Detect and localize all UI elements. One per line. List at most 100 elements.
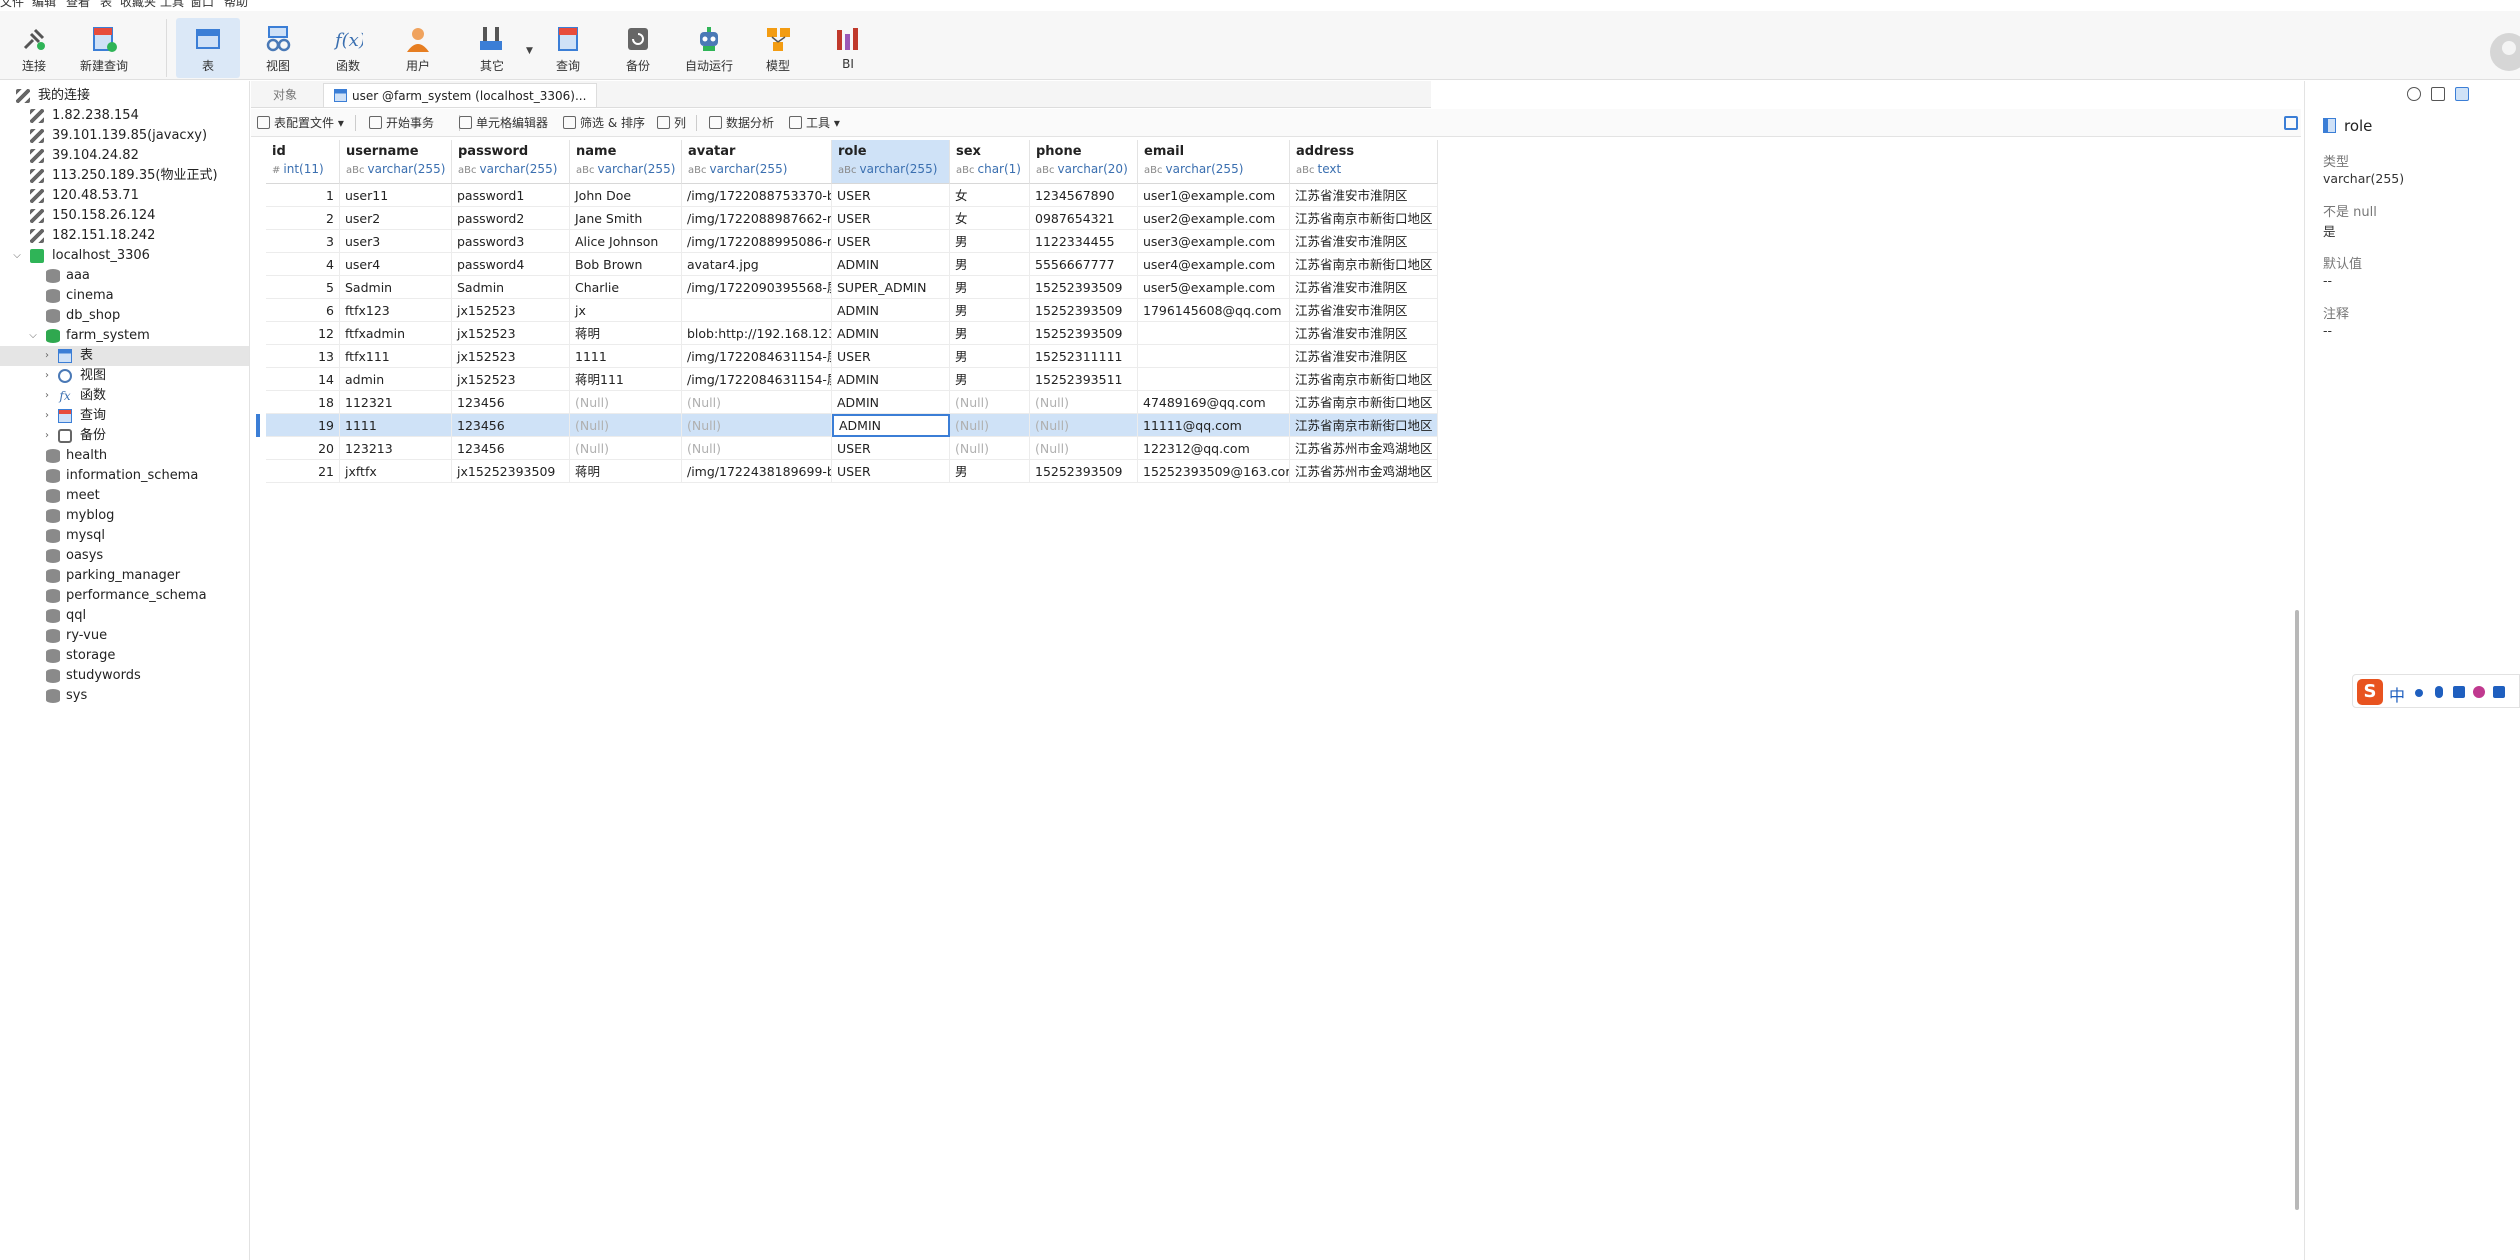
sidebar-database[interactable]: cinema: [0, 286, 249, 306]
row-marker[interactable]: [256, 299, 266, 322]
table-row[interactable]: 18 112321 123456 (Null) (Null) ADMIN (Null) (Nu…: [256, 391, 1438, 414]
chevron-right-icon[interactable]: ›: [42, 406, 52, 426]
keyboard-icon[interactable]: [2453, 686, 2465, 698]
cell-name[interactable]: (Null): [570, 391, 682, 414]
row-marker[interactable]: [256, 414, 260, 437]
cell-avatar[interactable]: blob:http://192.168.123.: [682, 322, 832, 345]
cell-name[interactable]: (Null): [570, 437, 682, 460]
cell-id[interactable]: 12: [266, 322, 340, 345]
menu-window[interactable]: 窗口: [190, 0, 214, 8]
layout-icon[interactable]: [2455, 87, 2469, 101]
menu-help[interactable]: 帮助: [224, 0, 248, 8]
cell-name[interactable]: John Doe: [570, 184, 682, 207]
cell-address[interactable]: 江苏省淮安市淮阴区: [1290, 322, 1438, 345]
ime-toolbar[interactable]: S 中: [2352, 674, 2520, 708]
table-row[interactable]: 1 user11 password1 John Doe/img/17220887533…: [256, 184, 1438, 207]
sidebar-database[interactable]: db_shop: [0, 306, 249, 326]
row-marker[interactable]: [256, 230, 266, 253]
sidebar-item-functions[interactable]: › fx 函数: [0, 386, 249, 406]
cell-username[interactable]: user2: [340, 207, 452, 230]
sidebar-item-tables[interactable]: › 表: [0, 346, 249, 366]
toolbar-table-button[interactable]: 表: [176, 18, 240, 78]
cell-id[interactable]: 2: [266, 207, 340, 230]
cell-name[interactable]: Charlie: [570, 276, 682, 299]
cell-phone[interactable]: 0987654321: [1030, 207, 1138, 230]
microphone-icon[interactable]: [2435, 686, 2443, 698]
menu-favorites[interactable]: 收藏夹: [120, 0, 156, 8]
cell-avatar[interactable]: /img/1722084631154-屏: [682, 368, 832, 391]
column-header-phone[interactable]: phone aBc varchar(20): [1030, 140, 1138, 184]
sidebar-database[interactable]: parking_manager: [0, 566, 249, 586]
cell-role[interactable]: USER: [832, 460, 950, 483]
cell-role[interactable]: ADMIN: [832, 253, 950, 276]
cell-email[interactable]: 1796145608@qq.com: [1138, 299, 1290, 322]
cell-email[interactable]: [1138, 368, 1290, 391]
cell-id[interactable]: 1: [266, 184, 340, 207]
sidebar-database[interactable]: oasys: [0, 546, 249, 566]
new-query-button[interactable]: 新建查询: [70, 18, 138, 78]
cell-sex[interactable]: 男: [950, 230, 1030, 253]
table-row[interactable]: 5 Sadmin Sadmin Charlie/img/1722090395568-屏…: [256, 276, 1438, 299]
sidebar-database[interactable]: qql: [0, 606, 249, 626]
cell-email[interactable]: user1@example.com: [1138, 184, 1290, 207]
sidebar-database[interactable]: health: [0, 446, 249, 466]
cell-password[interactable]: jx15252393509: [452, 460, 570, 483]
cell-username[interactable]: Sadmin: [340, 276, 452, 299]
sidebar-database[interactable]: myblog: [0, 506, 249, 526]
cell-name[interactable]: 1111: [570, 345, 682, 368]
cell-username[interactable]: 1111: [340, 414, 452, 437]
tools-menu-button[interactable]: 工具 ▾: [789, 113, 840, 133]
cell-email[interactable]: 47489169@qq.com: [1138, 391, 1290, 414]
row-marker[interactable]: [256, 184, 266, 207]
ime-mode[interactable]: 中: [2389, 682, 2405, 706]
cell-id[interactable]: 6: [266, 299, 340, 322]
cell-phone[interactable]: 15252393509: [1030, 276, 1138, 299]
cell-email[interactable]: user5@example.com: [1138, 276, 1290, 299]
filter-sort-button[interactable]: 筛选 & 排序: [563, 113, 645, 133]
sidebar-connection[interactable]: 182.151.18.242: [0, 226, 249, 246]
cell-sex[interactable]: 女: [950, 184, 1030, 207]
cell-email[interactable]: [1138, 322, 1290, 345]
cell-sex[interactable]: 男: [950, 253, 1030, 276]
cell-sex[interactable]: (Null): [950, 414, 1030, 437]
tab-user-table[interactable]: user @farm_system (localhost_3306)...: [323, 83, 598, 107]
menu-edit[interactable]: 编辑: [32, 0, 56, 8]
cell-phone[interactable]: (Null): [1030, 414, 1138, 437]
cell-address[interactable]: 江苏省南京市新街口地区: [1290, 253, 1438, 276]
row-marker[interactable]: [256, 345, 266, 368]
cell-name[interactable]: jx: [570, 299, 682, 322]
sidebar-database[interactable]: meet: [0, 486, 249, 506]
cell-email[interactable]: 122312@qq.com: [1138, 437, 1290, 460]
toolbox-icon[interactable]: [2493, 686, 2505, 698]
chevron-down-icon[interactable]: ⌵: [28, 326, 38, 346]
sidebar-database[interactable]: performance_schema: [0, 586, 249, 606]
sidebar-connection[interactable]: 39.101.139.85(javacxy): [0, 126, 249, 146]
cell-password[interactable]: jx152523: [452, 368, 570, 391]
cell-password[interactable]: Sadmin: [452, 276, 570, 299]
cell-phone[interactable]: 15252393509: [1030, 299, 1138, 322]
cell-password[interactable]: 123456: [452, 414, 570, 437]
chevron-right-icon[interactable]: ›: [42, 366, 52, 386]
cell-address[interactable]: 江苏省淮安市淮阴区: [1290, 184, 1438, 207]
cell-id[interactable]: 13: [266, 345, 340, 368]
sidebar-item-backups[interactable]: › 备份: [0, 426, 249, 446]
cell-sex[interactable]: 男: [950, 322, 1030, 345]
sidebar-database[interactable]: storage: [0, 646, 249, 666]
cell-name[interactable]: Alice Johnson: [570, 230, 682, 253]
cell-username[interactable]: user11: [340, 184, 452, 207]
cell-id[interactable]: 21: [266, 460, 340, 483]
cell-avatar[interactable]: [682, 299, 832, 322]
cell-sex[interactable]: 男: [950, 276, 1030, 299]
cell-password[interactable]: 123456: [452, 391, 570, 414]
cell-name[interactable]: 蒋明: [570, 322, 682, 345]
column-header-avatar[interactable]: avatar aBc varchar(255): [682, 140, 832, 184]
chevron-right-icon[interactable]: ›: [42, 386, 52, 406]
cell-address[interactable]: 江苏省淮安市淮阴区: [1290, 276, 1438, 299]
cell-avatar[interactable]: /img/1722090395568-屏: [682, 276, 832, 299]
row-marker[interactable]: [256, 460, 266, 483]
chevron-right-icon[interactable]: ›: [42, 426, 52, 446]
cell-role[interactable]: USER: [832, 345, 950, 368]
sidebar-database[interactable]: information_schema: [0, 466, 249, 486]
table-row[interactable]: 19 1111 123456 (Null) (Null) ADMIN (Null) (Null…: [256, 414, 1438, 437]
cell-avatar[interactable]: /img/1722088753370-ba: [682, 184, 832, 207]
